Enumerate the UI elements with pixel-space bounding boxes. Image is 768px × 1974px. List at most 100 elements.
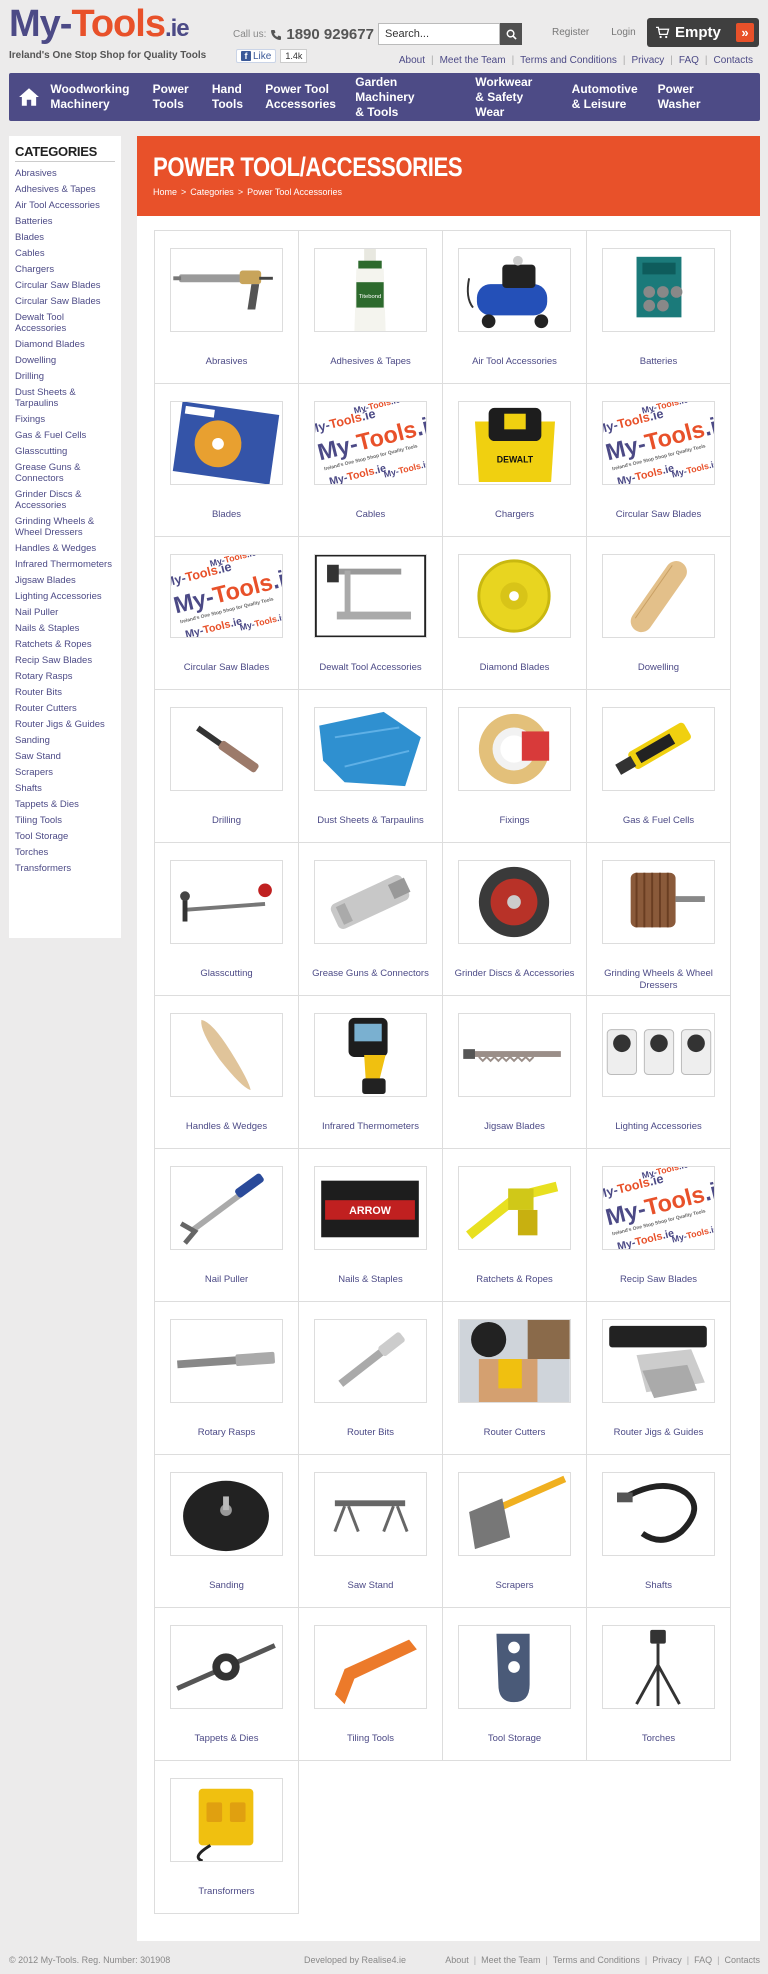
category-image[interactable] (602, 248, 715, 332)
category-tile[interactable]: Handles & Wedges (155, 996, 299, 1149)
category-image[interactable] (170, 1166, 283, 1250)
category-label[interactable]: Cables (303, 509, 438, 521)
top-link-terms[interactable]: Terms and Conditions (520, 55, 617, 66)
sidebar-category-link[interactable]: Router Jigs & Guides (15, 717, 115, 733)
sidebar-category-link[interactable]: Tiling Tools (15, 813, 115, 829)
sidebar-category-link[interactable]: Circular Saw Blades (15, 294, 115, 310)
category-tile[interactable]: Titebond Adhesives & Tapes (299, 231, 443, 384)
category-image[interactable] (458, 1166, 571, 1250)
category-label[interactable]: Dowelling (591, 662, 726, 674)
register-link[interactable]: Register (552, 27, 589, 38)
sidebar-category-link[interactable]: Fixings (15, 412, 115, 428)
search-button[interactable] (500, 23, 522, 45)
category-image[interactable] (602, 1625, 715, 1709)
sidebar-category-link[interactable]: Nail Puller (15, 605, 115, 621)
category-tile[interactable]: Jigsaw Blades (443, 996, 587, 1149)
category-tile[interactable]: Drilling (155, 690, 299, 843)
sidebar-category-link[interactable]: Cables (15, 246, 115, 262)
category-label[interactable]: Air Tool Accessories (447, 356, 582, 368)
category-image[interactable] (170, 1013, 283, 1097)
category-tile[interactable]: Torches (587, 1608, 731, 1761)
nav-woodworking-machinery[interactable]: Woodworking Machinery (50, 82, 130, 112)
category-label[interactable]: Fixings (447, 815, 582, 827)
category-tile[interactable]: Nail Puller (155, 1149, 299, 1302)
top-link-about[interactable]: About (399, 55, 425, 66)
sidebar-category-link[interactable]: Handles & Wedges (15, 541, 115, 557)
category-tile[interactable]: My-Tools.ie My-Tools.ie My-Tools.ie Irel… (155, 537, 299, 690)
category-label[interactable]: Grinder Discs & Accessories (447, 968, 582, 980)
login-link[interactable]: Login (611, 27, 635, 38)
category-image[interactable]: My-Tools.ie My-Tools.ie My-Tools.ie Irel… (314, 401, 427, 485)
nav-home-button[interactable] (13, 73, 44, 121)
sidebar-category-link[interactable]: Circular Saw Blades (15, 278, 115, 294)
sidebar-category-link[interactable]: Scrapers (15, 765, 115, 781)
category-tile[interactable]: Tappets & Dies (155, 1608, 299, 1761)
category-tile[interactable]: Scrapers (443, 1455, 587, 1608)
category-tile[interactable]: Grease Guns & Connectors (299, 843, 443, 996)
category-tile[interactable]: Grinding Wheels & Wheel Dressers (587, 843, 731, 996)
sidebar-category-link[interactable]: Saw Stand (15, 749, 115, 765)
category-label[interactable]: Chargers (447, 509, 582, 521)
category-image[interactable] (458, 1472, 571, 1556)
sidebar-category-link[interactable]: Glasscutting (15, 444, 115, 460)
footer-link-about[interactable]: About (445, 1955, 469, 1965)
category-image[interactable] (602, 1013, 715, 1097)
footer-link-faq[interactable]: FAQ (694, 1955, 712, 1965)
category-image[interactable] (602, 860, 715, 944)
sidebar-category-link[interactable]: Tappets & Dies (15, 797, 115, 813)
category-tile[interactable]: My-Tools.ie My-Tools.ie My-Tools.ie Irel… (299, 384, 443, 537)
category-label[interactable]: Diamond Blades (447, 662, 582, 674)
category-tile[interactable]: Dowelling (587, 537, 731, 690)
sidebar-category-link[interactable]: Dewalt Tool Accessories (15, 310, 115, 337)
category-tile[interactable]: Glasscutting (155, 843, 299, 996)
nav-garden-machinery[interactable]: Garden Machinery & Tools (355, 75, 453, 120)
category-label[interactable]: Circular Saw Blades (591, 509, 726, 521)
category-tile[interactable]: My-Tools.ie My-Tools.ie My-Tools.ie Irel… (587, 1149, 731, 1302)
sidebar-category-link[interactable]: Diamond Blades (15, 337, 115, 353)
category-tile[interactable]: Dust Sheets & Tarpaulins (299, 690, 443, 843)
category-label[interactable]: Abrasives (159, 356, 294, 368)
breadcrumb-home[interactable]: Home (153, 187, 177, 197)
sidebar-category-link[interactable]: Drilling (15, 369, 115, 385)
sidebar-category-link[interactable]: Tool Storage (15, 829, 115, 845)
category-label[interactable]: Tool Storage (447, 1733, 582, 1745)
category-image[interactable]: My-Tools.ie My-Tools.ie My-Tools.ie Irel… (602, 401, 715, 485)
category-label[interactable]: Grinding Wheels & Wheel Dressers (591, 968, 726, 992)
sidebar-category-link[interactable]: Router Cutters (15, 701, 115, 717)
category-image[interactable] (314, 1472, 427, 1556)
sidebar-category-link[interactable]: Ratchets & Ropes (15, 637, 115, 653)
category-label[interactable]: Saw Stand (303, 1580, 438, 1592)
category-label[interactable]: Sanding (159, 1580, 294, 1592)
category-tile[interactable]: Blades (155, 384, 299, 537)
category-image[interactable] (314, 1319, 427, 1403)
category-tile[interactable]: My-Tools.ie My-Tools.ie My-Tools.ie Irel… (587, 384, 731, 537)
category-label[interactable]: Blades (159, 509, 294, 521)
category-image[interactable]: DEWALT (458, 401, 571, 485)
category-image[interactable] (314, 1013, 427, 1097)
category-tile[interactable]: Batteries (587, 231, 731, 384)
category-tile[interactable]: Lighting Accessories (587, 996, 731, 1149)
category-label[interactable]: Transformers (159, 1886, 294, 1898)
category-label[interactable]: Lighting Accessories (591, 1121, 726, 1133)
sidebar-category-link[interactable]: Grinding Wheels & Wheel Dressers (15, 514, 115, 541)
category-tile[interactable]: Router Jigs & Guides (587, 1302, 731, 1455)
sidebar-category-link[interactable]: Jigsaw Blades (15, 573, 115, 589)
category-tile[interactable]: Sanding (155, 1455, 299, 1608)
sidebar-category-link[interactable]: Grease Guns & Connectors (15, 460, 115, 487)
sidebar-category-link[interactable]: Router Bits (15, 685, 115, 701)
category-label[interactable]: Adhesives & Tapes (303, 356, 438, 368)
category-tile[interactable]: Abrasives (155, 231, 299, 384)
nav-hand-tools[interactable]: Hand Tools (212, 82, 243, 112)
category-image[interactable] (602, 707, 715, 791)
nav-power-tools[interactable]: Power Tools (153, 82, 190, 112)
sidebar-category-link[interactable]: Shafts (15, 781, 115, 797)
site-logo[interactable]: My-Tools.ie Ireland's One Stop Shop for … (9, 4, 206, 61)
category-image[interactable] (170, 248, 283, 332)
top-link-contacts[interactable]: Contacts (714, 55, 753, 66)
category-image[interactable]: My-Tools.ie My-Tools.ie My-Tools.ie Irel… (170, 554, 283, 638)
sidebar-category-link[interactable]: Rotary Rasps (15, 669, 115, 685)
breadcrumb-categories[interactable]: Categories (190, 187, 234, 197)
category-label[interactable]: Nails & Staples (303, 1274, 438, 1286)
category-image[interactable] (458, 554, 571, 638)
category-label[interactable]: Router Bits (303, 1427, 438, 1439)
